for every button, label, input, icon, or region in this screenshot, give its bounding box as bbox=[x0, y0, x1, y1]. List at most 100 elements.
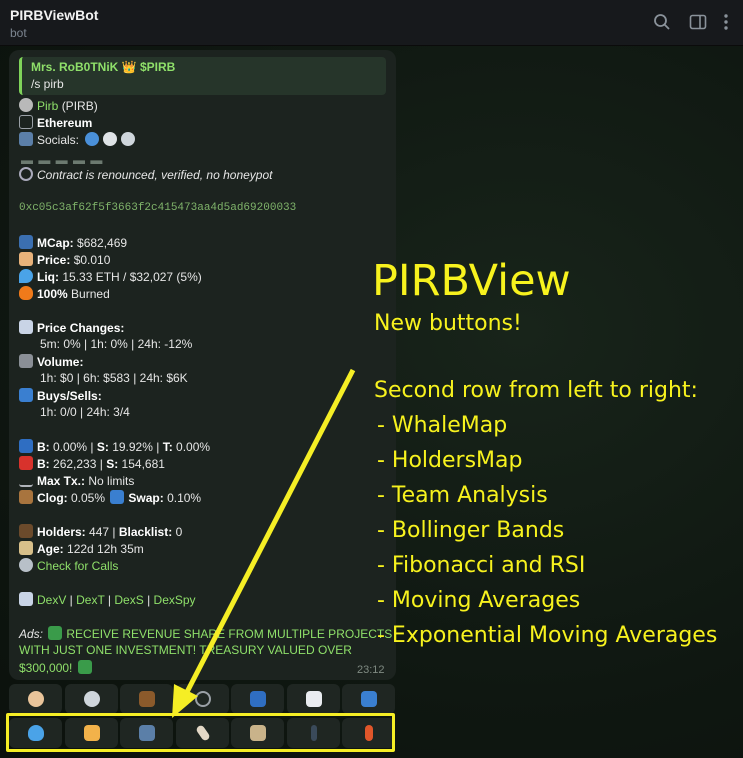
buys-sells-values: 1h: 0/0 | 24h: 3/4 bbox=[40, 405, 130, 419]
buys-sells-line: Buys/Sells: bbox=[19, 388, 102, 403]
chat-subtitle: bot bbox=[10, 26, 27, 40]
dex-link[interactable]: DexV bbox=[37, 593, 66, 607]
reply-author: Mrs. RoB0TNiK 👑 $PIRB bbox=[31, 60, 176, 74]
blacklist-value: 0 bbox=[175, 525, 183, 539]
volume-line: Volume: bbox=[19, 354, 83, 369]
coin-icon bbox=[19, 98, 33, 112]
price-value: $0.010 bbox=[73, 253, 111, 267]
keyboard-button-refresh[interactable] bbox=[342, 684, 395, 714]
recycle-icon bbox=[77, 660, 92, 674]
bird-icon[interactable] bbox=[121, 132, 136, 146]
keyboard-button-eye[interactable] bbox=[65, 684, 118, 714]
annotation-heading: Second row from left to right: bbox=[374, 378, 698, 403]
scales-icon bbox=[19, 473, 33, 487]
annotation-item: - Fibonacci and RSI bbox=[377, 553, 586, 578]
liq-label: Liq: bbox=[37, 270, 59, 284]
arrows-cycle-icon bbox=[19, 388, 33, 402]
broom-icon bbox=[19, 490, 33, 504]
globe-icon[interactable] bbox=[85, 132, 100, 146]
atm-icon bbox=[249, 691, 266, 707]
dex-link[interactable]: DexS bbox=[114, 593, 143, 607]
maxtx-value: No limits bbox=[88, 474, 135, 488]
highlight-box bbox=[6, 713, 395, 752]
droplet-icon bbox=[19, 269, 33, 283]
clog-value: 0.05% bbox=[71, 491, 106, 505]
keyboard-button-bubbles[interactable] bbox=[176, 684, 229, 714]
refresh-icon bbox=[360, 691, 377, 707]
ad-text-2[interactable]: WITH JUST ONE INVESTMENT! TREASURY VALUE… bbox=[19, 643, 352, 657]
burned-pct: 100% bbox=[37, 287, 68, 301]
volume-label: Volume: bbox=[37, 355, 84, 369]
tax-s: 19.92% bbox=[112, 440, 153, 454]
gas-b-label: B: bbox=[37, 457, 50, 471]
maxtx-line: Max Tx.: No limits bbox=[19, 473, 134, 488]
ad-text-1[interactable]: RECEIVE REVENUE SHARE FROM MULTIPLE PROJ… bbox=[66, 627, 392, 641]
clog-line: Clog: 0.05% Swap: 0.10% bbox=[19, 490, 201, 505]
burned-line: 100% Burned bbox=[19, 286, 110, 301]
reply-quote[interactable]: Mrs. RoB0TNiK 👑 $PIRB /s pirb bbox=[19, 57, 386, 95]
mcap-label: MCap: bbox=[37, 236, 74, 250]
chain-line: Ethereum bbox=[19, 115, 92, 130]
bar-chart-icon bbox=[19, 235, 33, 249]
dex-links-line: DexV | DexT | DexS | DexSpy bbox=[19, 592, 196, 607]
contract-address[interactable]: 0xc05c3af62f5f3663f2c415473aa4d5ad692000… bbox=[19, 202, 296, 214]
ad-text-3[interactable]: $300,000! bbox=[19, 661, 72, 675]
volume-icon bbox=[19, 354, 33, 368]
tax-t: 0.00% bbox=[176, 440, 211, 454]
tax-s-label: S: bbox=[96, 440, 109, 454]
chart-down-icon bbox=[19, 320, 33, 334]
annotation-item: - Exponential Moving Averages bbox=[377, 623, 718, 648]
keyboard-button-atm[interactable] bbox=[231, 684, 284, 714]
recycle-icon bbox=[48, 626, 63, 640]
age-line: Age: 122d 12h 35m bbox=[19, 541, 144, 556]
keyboard-button-bearded-face[interactable] bbox=[9, 684, 62, 714]
token-name-line: Pirb (PIRB) bbox=[19, 98, 98, 113]
hourglass-icon bbox=[19, 541, 33, 555]
satellite-icon bbox=[19, 558, 33, 572]
annotation-item: - Team Analysis bbox=[377, 483, 548, 508]
speech-bubble-icon[interactable] bbox=[103, 132, 118, 146]
dex-link[interactable]: DexT bbox=[76, 593, 104, 607]
ad-line-1: Ads: RECEIVE REVENUE SHARE FROM MULTIPLE… bbox=[19, 626, 392, 641]
mcap-line: MCap: $682,469 bbox=[19, 235, 127, 250]
price-line: Price: $0.010 bbox=[19, 252, 110, 267]
swap-icon bbox=[110, 490, 125, 504]
gas-line: B: 262,233 | S: 154,681 bbox=[19, 456, 165, 471]
keyboard-button-chart[interactable] bbox=[287, 684, 340, 714]
swap-label: Swap: bbox=[128, 491, 164, 505]
keyboard-button-briefcase[interactable] bbox=[120, 684, 173, 714]
volume-values: 1h: $0 | 6h: $583 | 24h: $6K bbox=[40, 371, 188, 385]
chat-title[interactable]: PIRBViewBot bbox=[10, 7, 98, 23]
holders-line: Holders: 447 | Blacklist: 0 bbox=[19, 524, 182, 539]
more-options-icon[interactable] bbox=[716, 12, 736, 32]
tax-line: B: 0.00% | S: 19.92% | T: 0.00% bbox=[19, 439, 210, 454]
ad-label: Ads: bbox=[19, 627, 44, 641]
chain-name: Ethereum bbox=[37, 116, 93, 130]
check-calls-link[interactable]: Check for Calls bbox=[37, 559, 118, 573]
swap-value: 0.10% bbox=[167, 491, 202, 505]
dex-link[interactable]: DexSpy bbox=[154, 593, 196, 607]
fuel-pump-icon bbox=[19, 456, 33, 470]
chain-link-icon bbox=[19, 115, 33, 129]
fire-icon bbox=[19, 286, 33, 300]
holders-label: Holders: bbox=[37, 525, 86, 539]
age-label: Age: bbox=[37, 542, 64, 556]
annotation-subtitle: New buttons! bbox=[374, 311, 522, 336]
annotation-item: - Bollinger Bands bbox=[377, 518, 565, 543]
maxtx-label: Max Tx.: bbox=[37, 474, 86, 488]
atm-icon bbox=[19, 439, 33, 453]
contract-status: Contract is renounced, verified, no hone… bbox=[37, 168, 273, 182]
magnifier-icon bbox=[19, 167, 33, 181]
holders-value: 447 bbox=[89, 525, 110, 539]
search-icon[interactable] bbox=[652, 12, 672, 32]
token-name-link[interactable]: Pirb bbox=[37, 99, 58, 113]
contract-status-line: Contract is renounced, verified, no hone… bbox=[19, 167, 272, 182]
buys-sells-label: Buys/Sells: bbox=[37, 389, 102, 403]
ad-line-3: $300,000! bbox=[19, 660, 96, 675]
divider: ▬ ▬ ▬ ▬ ▬ bbox=[21, 153, 104, 167]
calls-line: Check for Calls bbox=[19, 558, 118, 573]
bearded-face-icon bbox=[27, 691, 44, 707]
age-value: 122d 12h 35m bbox=[67, 542, 144, 556]
sidebar-toggle-icon[interactable] bbox=[688, 12, 708, 32]
token-symbol: (PIRB) bbox=[61, 99, 98, 113]
